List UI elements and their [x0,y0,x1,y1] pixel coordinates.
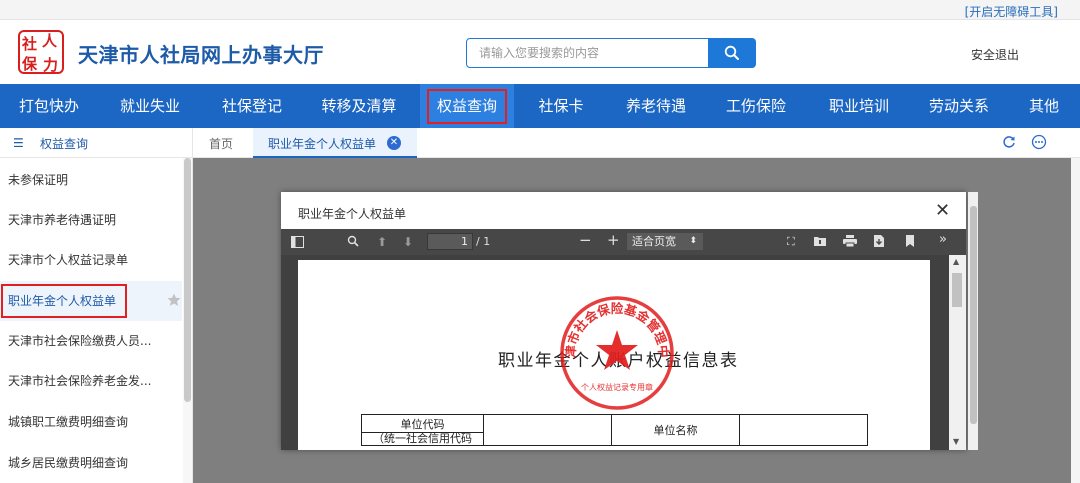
sidebar-item-rights-record[interactable]: 天津市个人权益记录单 [0,240,182,280]
sidebar-toggle-icon[interactable] [291,236,304,248]
tools-menu-icon[interactable]: » [939,232,947,248]
nav-item-other[interactable]: 其他 [1008,84,1080,128]
main-nav: 打包快办 就业失业 社保登记 转移及清算 权益查询 社保卡 养老待遇 工伤保险 … [0,84,1080,128]
sidebar-item-uninsured-proof[interactable]: 未参保证明 [0,160,182,200]
logo-char: 力 [43,56,59,74]
pdf-modal: 职业年金个人权益单 ✕ ⬆ ⬇ 1 / 1 − + 适合页宽 ⬍ ⛶ » 津市社… [281,192,966,450]
sidebar-item-contribution-persons[interactable]: 天津市社会保险缴费人员... [0,321,182,361]
search-icon [724,45,739,60]
top-utility-bar: [开启无障碍工具] [0,0,1080,20]
page-scrollbar[interactable] [1071,158,1080,483]
sidebar-item-annuity-rights[interactable]: 职业年金个人权益单 [0,281,182,321]
pdf-info-table: 单位代码 单位名称 （统一社会信用代码 [361,414,868,446]
sidebar: 未参保证明 天津市养老待遇证明 天津市个人权益记录单 职业年金个人权益单 天津市… [0,158,193,483]
zoom-in-icon[interactable]: + [607,232,620,248]
nav-item-pension[interactable]: 养老待遇 [608,84,704,128]
table-cell-unit-code: 单位代码 [361,414,484,433]
nav-item-employment[interactable]: 就业失业 [98,84,202,128]
site-logo[interactable]: 社 人 保 力 [18,30,64,74]
accessibility-link[interactable]: [开启无障碍工具] [965,3,1058,20]
modal-scrollbar[interactable] [968,192,978,450]
refresh-icon[interactable] [1001,134,1017,150]
nav-item-rights-query[interactable]: 权益查询 [420,84,514,128]
tab-annuity-rights[interactable]: 职业年金个人权益单 ✕ [253,128,417,158]
nav-item-transfer[interactable]: 转移及清算 [302,84,416,128]
table-cell-empty [739,414,868,446]
pdf-scrollbar-thumb[interactable] [952,273,962,307]
chevron-down-icon: ⬍ [689,236,697,246]
pdf-toolbar: ⬆ ⬇ 1 / 1 − + 适合页宽 ⬍ ⛶ » [281,229,966,255]
nav-item-social-card[interactable]: 社保卡 [514,84,608,128]
pdf-scrollbar[interactable]: ▲ ▼ [949,255,966,450]
seal-subtext: 个人权益记录专用章 [581,382,653,392]
prev-page-icon[interactable]: ⬆ [377,234,387,250]
page-total: / 1 [476,235,491,248]
table-cell-unit-code-sub: （统一社会信用代码 [361,432,484,446]
open-file-icon[interactable] [813,235,827,247]
pdf-viewport[interactable]: 职业年金个人账户权益信息表 天津市社会保险基金管理中心 个人权益记录专用章 单位… [281,255,949,450]
list-icon[interactable]: ☰ [13,136,24,150]
logo-char: 保 [22,55,38,73]
tab-label: 职业年金个人权益单 [268,137,377,151]
sidebar-title: 权益查询 [40,137,89,151]
nav-item-package[interactable]: 打包快办 [0,84,98,128]
search-icon[interactable] [347,235,359,247]
site-header: 社 人 保 力 天津市人社局网上办事大厅 请输入您要搜索的内容 安全退出 [0,20,1080,84]
sidebar-header: ☰ 权益查询 [0,128,193,158]
sidebar-item-pension-payment[interactable]: 天津市社会保险养老金发... [0,361,182,401]
nav-item-registration[interactable]: 社保登记 [202,84,302,128]
page-number-input[interactable]: 1 [427,233,473,250]
tab-home[interactable]: 首页 [209,135,233,152]
next-page-icon[interactable]: ⬇ [403,234,413,250]
nav-item-labor[interactable]: 劳动关系 [910,84,1008,128]
close-icon[interactable]: ✕ [387,136,401,150]
highlight-box [1,284,127,318]
search-button[interactable] [708,38,756,68]
highlight-box [427,89,507,124]
nav-item-injury[interactable]: 工伤保险 [704,84,808,128]
table-cell-empty [483,414,612,446]
sidebar-item-resident-contrib[interactable]: 城乡居民缴费明细查询 [0,443,182,483]
download-icon[interactable] [873,234,885,248]
print-icon[interactable] [843,235,857,247]
sidebar-item-employee-contrib[interactable]: 城镇职工缴费明细查询 [0,402,182,442]
scroll-down-icon[interactable]: ▼ [953,437,959,446]
scroll-up-icon[interactable]: ▲ [953,257,959,266]
modal-title: 职业年金个人权益单 [298,207,407,221]
table-cell-unit-name: 单位名称 [611,414,740,446]
site-title[interactable]: 天津市人社局网上办事大厅 [78,39,324,68]
modal-scrollbar-thumb[interactable] [970,206,977,424]
official-seal: 天津市社会保险基金管理中心 个人权益记录专用章 [558,294,674,410]
sidebar-scrollbar-thumb[interactable] [184,158,191,402]
close-icon[interactable]: ✕ [935,200,950,221]
fullscreen-icon[interactable]: ⛶ [787,234,795,250]
zoom-select[interactable]: 适合页宽 ⬍ [627,233,703,250]
logout-link[interactable]: 安全退出 [971,46,1019,63]
sidebar-item-pension-proof[interactable]: 天津市养老待遇证明 [0,200,182,240]
bookmark-icon[interactable] [905,235,915,247]
more-icon[interactable] [1031,134,1047,150]
logo-char: 人 [42,32,58,50]
pdf-page: 职业年金个人账户权益信息表 天津市社会保险基金管理中心 个人权益记录专用章 单位… [298,260,930,450]
nav-item-training[interactable]: 职业培训 [808,84,910,128]
search-placeholder: 请输入您要搜索的内容 [479,46,600,60]
logo-char: 社 [22,35,38,53]
zoom-out-icon[interactable]: − [579,232,592,248]
zoom-value: 适合页宽 [632,235,676,248]
search-input[interactable]: 请输入您要搜索的内容 [466,38,710,68]
tab-bar: 首页 职业年金个人权益单 ✕ [193,128,1080,158]
star-icon[interactable] [167,293,181,307]
